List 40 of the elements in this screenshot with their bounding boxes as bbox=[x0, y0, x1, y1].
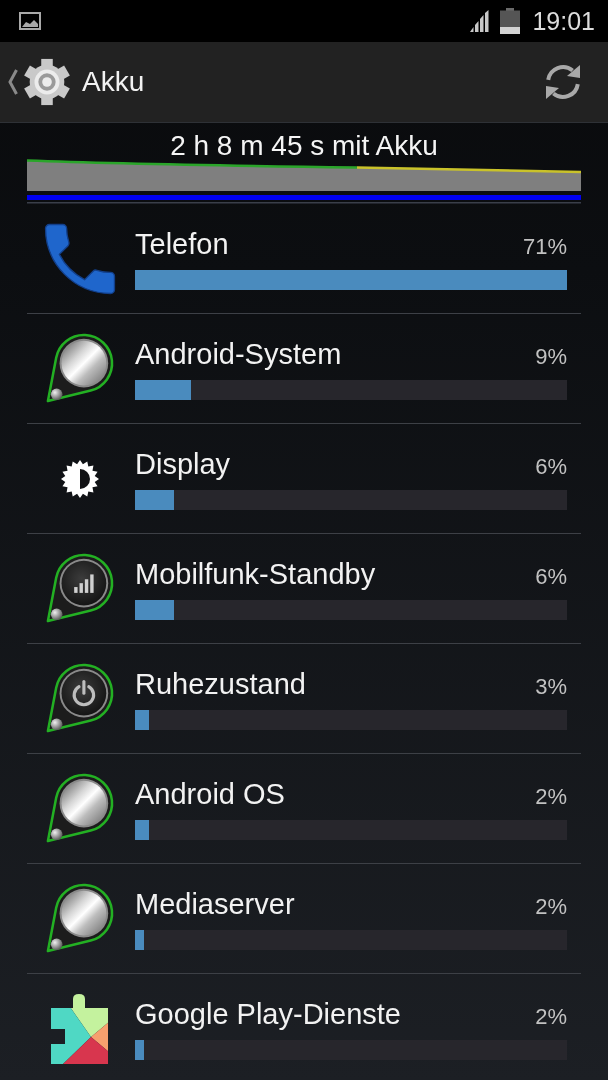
clock-time: 19:01 bbox=[532, 6, 595, 36]
usage-percent: 9% bbox=[535, 342, 567, 371]
puzzle-piece-icon bbox=[51, 993, 109, 1064]
battery-icon bbox=[500, 8, 521, 34]
phone-icon bbox=[43, 222, 117, 295]
usage-list-item[interactable]: Android OS 2% bbox=[27, 754, 581, 864]
app-name: Telefon bbox=[135, 227, 229, 260]
usage-list-item[interactable]: Ruhezustand 3% bbox=[27, 644, 581, 754]
usage-percent: 2% bbox=[535, 892, 567, 921]
usage-percent: 2% bbox=[535, 1003, 567, 1031]
app-name: Ruhezustand bbox=[135, 667, 306, 700]
battery-time-caption: 2 h 8 m 45 s mit Akku bbox=[169, 133, 439, 159]
usage-list-item[interactable]: Mobilfunk-Standby 6% bbox=[27, 534, 581, 644]
usage-list-item[interactable]: Mediaserver 2% bbox=[27, 864, 581, 974]
usage-percent: 6% bbox=[535, 452, 567, 481]
usage-list-item[interactable]: Display 6% bbox=[27, 424, 581, 534]
knob-pin-icon bbox=[45, 332, 115, 405]
usage-list-item[interactable]: Android-System 9% bbox=[27, 314, 581, 424]
app-name: Android-System bbox=[135, 337, 342, 370]
knob-pin-icon bbox=[45, 772, 115, 845]
usage-percent: 71% bbox=[522, 232, 567, 261]
signal-bars-pin-icon bbox=[45, 552, 115, 625]
image-icon bbox=[19, 12, 41, 30]
app-name: Mobilfunk-Standby bbox=[135, 557, 376, 590]
knob-pin-icon bbox=[45, 882, 115, 955]
usage-list-item[interactable]: Telefon 71% bbox=[27, 204, 581, 314]
usage-percent: 3% bbox=[535, 672, 567, 701]
settings-icon bbox=[22, 56, 72, 108]
screen-title: Akku bbox=[82, 65, 145, 99]
app-name: Google Play-Dienste bbox=[135, 998, 401, 1030]
usage-list-item[interactable]: Google Play-Dienste 2% bbox=[27, 974, 581, 1080]
caret-icon bbox=[8, 68, 18, 96]
brightness-icon bbox=[60, 458, 100, 499]
usage-percent: 6% bbox=[535, 562, 567, 591]
app-name: Android OS bbox=[135, 777, 285, 810]
app-name: Mediaserver bbox=[135, 887, 295, 920]
power-pin-icon bbox=[45, 662, 115, 735]
app-name: Display bbox=[135, 447, 231, 480]
usage-percent: 2% bbox=[535, 782, 567, 811]
signal-icon bbox=[470, 10, 490, 32]
